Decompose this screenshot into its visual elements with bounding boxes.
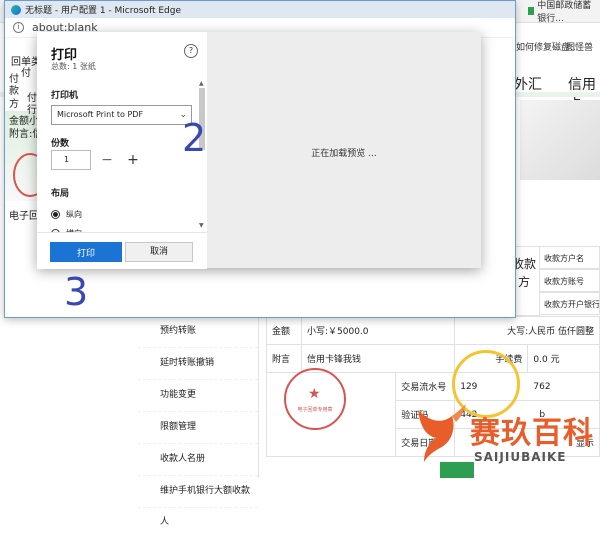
layout-label: 布局: [51, 189, 70, 199]
menu-limit-management[interactable]: 限额管理: [138, 412, 258, 444]
star-icon: ★: [308, 386, 321, 402]
watermark-en: SAIJIUBAIKE: [474, 450, 567, 464]
preview-loading-text: 正在加载预览 ...: [311, 149, 377, 159]
copies-input[interactable]: 1: [51, 150, 91, 170]
layout-portrait-label: 纵向: [66, 210, 82, 219]
minus-icon[interactable]: −: [101, 151, 113, 169]
cancel-button[interactable]: 取消: [125, 242, 193, 262]
info-icon[interactable]: i: [13, 22, 24, 33]
fragment-fang: 方: [9, 99, 19, 110]
sheet-count: 总数: 1 张纸: [51, 62, 96, 71]
dialog-footer: 打印 取消: [37, 232, 207, 269]
menu-delayed-transfer-cancel[interactable]: 延时转账撤销: [138, 348, 258, 380]
printer-label: 打印机: [51, 91, 79, 101]
step-number-2: 2: [182, 116, 207, 160]
amount-upper: 大写:人民币 伍仟圆整: [454, 316, 600, 345]
nav-forex[interactable]: 外汇: [514, 74, 542, 94]
bank-seal-stamp: ★ 电子回单专用章: [284, 368, 346, 430]
layout-portrait[interactable]: 纵向: [51, 209, 82, 220]
bookmark-tuguaishou[interactable]: 图怪兽: [566, 40, 593, 53]
plus-icon[interactable]: +: [127, 151, 139, 169]
edge-logo-icon: [11, 4, 21, 15]
menu-mobile-large-payee[interactable]: 维护手机银行大额收款人: [138, 476, 258, 527]
fragment-e-receipt: 电子回: [9, 211, 39, 222]
banner-image: [520, 100, 600, 180]
print-button[interactable]: 打印: [50, 242, 122, 262]
bank-favicon-icon: [528, 7, 535, 15]
copies-label: 份数: [51, 139, 70, 149]
radio-portrait[interactable]: [51, 210, 60, 219]
memo-label: 附言: [266, 344, 302, 373]
side-menu: 预约转账 延时转账撤销 功能变更 限额管理 收款人名册 维护手机银行大额收款人: [138, 316, 259, 527]
printer-value: Microsoft Print to PDF: [57, 110, 144, 119]
print-dialog: 打印 总数: 1 张纸 ? 打印机 Microsoft Print to PDF…: [37, 32, 481, 269]
watermark-logo-icon: [418, 404, 466, 462]
window-title: 无标题 - 用户配置 1 - Microsoft Edge: [25, 6, 181, 16]
payee-account-label: 收款方账号: [540, 269, 600, 292]
watermark-cn: 赛玖百科: [470, 416, 594, 451]
fragment-pay-1: 付: [21, 68, 31, 79]
serial-label: 交易流水号: [395, 372, 456, 401]
amount-label: 金额: [266, 316, 302, 345]
menu-payee-list[interactable]: 收款人名册: [138, 444, 258, 476]
payee-name-label: 收款方户名: [540, 246, 600, 269]
watermark: 赛玖百科 SAIJIUBAIKE: [412, 402, 600, 478]
serial-value-tail: 762: [533, 381, 551, 392]
background-tab[interactable]: 中国邮政储蓄银行...: [528, 1, 600, 24]
print-preview: 正在加载预览 ...: [207, 32, 481, 268]
step-number-3: 3: [64, 270, 89, 314]
background-tab-label: 中国邮政储蓄银行...: [537, 1, 592, 24]
fee-value: 0.0 元: [527, 344, 600, 373]
memo-value: 信用卡锋我钱: [300, 344, 456, 373]
menu-scheduled-transfer[interactable]: 预约转账: [138, 316, 258, 348]
payee-bank-label: 收款方开户银行: [540, 292, 600, 315]
title-bar[interactable]: 无标题 - 用户配置 1 - Microsoft Edge: [5, 1, 515, 18]
printer-select[interactable]: Microsoft Print to PDF ⌄: [51, 105, 192, 125]
scroll-up-icon[interactable]: ▲: [199, 80, 204, 87]
menu-function-change[interactable]: 功能变更: [138, 380, 258, 412]
scroll-down-icon[interactable]: ▼: [199, 222, 204, 229]
help-icon[interactable]: ?: [184, 44, 198, 58]
seal-text: 电子回单专用章: [297, 407, 333, 413]
amount-lower: 小写:￥5000.0: [300, 316, 456, 345]
